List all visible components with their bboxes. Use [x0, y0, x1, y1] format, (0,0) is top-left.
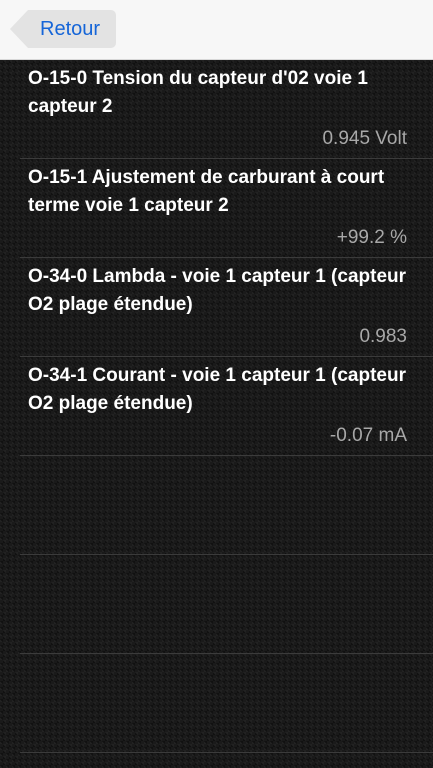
sensor-title: O-34-0 Lambda - voie 1 capteur 1 (capteu…: [28, 266, 407, 315]
list-item[interactable]: O-34-1 Courant - voie 1 capteur 1 (capte…: [20, 357, 433, 456]
sensor-title: O-15-0 Tension du capteur d'02 voie 1 ca…: [28, 68, 368, 117]
sensor-value: 0.983: [359, 326, 407, 347]
back-button[interactable]: Retour: [10, 10, 116, 48]
sensor-value: 0.945 Volt: [322, 128, 407, 149]
empty-list-row: [20, 555, 433, 654]
sensor-list: O-15-0 Tension du capteur d'02 voie 1 ca…: [0, 60, 433, 753]
sensor-title: O-15-1 Ajustement de carburant à court t…: [28, 167, 385, 216]
back-button-label: Retour: [40, 18, 101, 40]
navigation-bar: Retour: [0, 0, 433, 60]
empty-list-row: [20, 456, 433, 555]
sensor-title: O-34-1 Courant - voie 1 capteur 1 (capte…: [28, 365, 406, 414]
list-item[interactable]: O-34-0 Lambda - voie 1 capteur 1 (capteu…: [20, 258, 433, 357]
back-arrow-icon: [10, 10, 28, 48]
sensor-value: +99.2 %: [336, 227, 407, 248]
empty-list-row: [20, 654, 433, 753]
list-item[interactable]: O-15-0 Tension du capteur d'02 voie 1 ca…: [20, 60, 433, 159]
list-item[interactable]: O-15-1 Ajustement de carburant à court t…: [20, 159, 433, 258]
sensor-value: -0.07 mA: [329, 425, 407, 446]
